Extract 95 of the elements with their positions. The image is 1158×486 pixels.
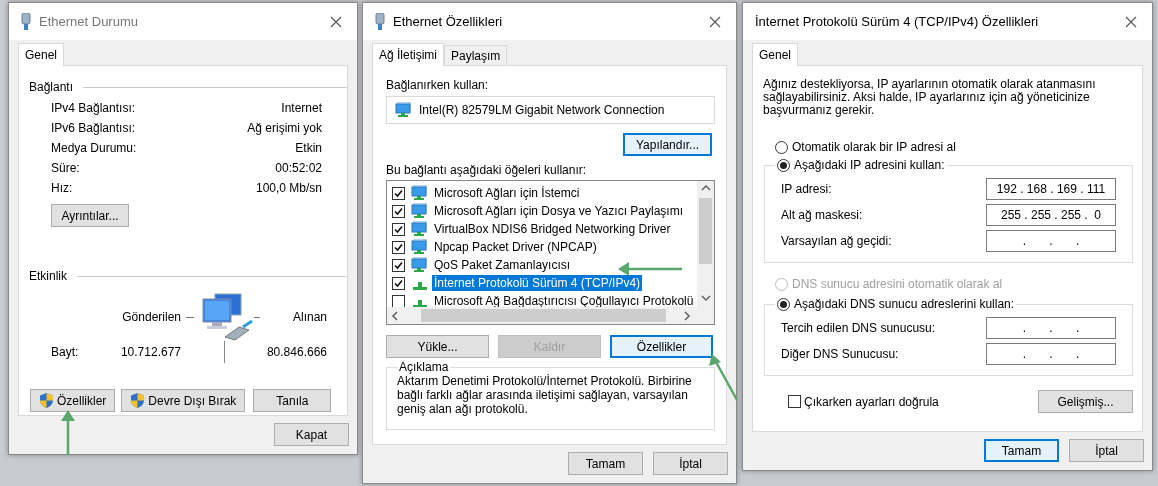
arrow-annotation bbox=[618, 262, 682, 276]
description-text: Aktarım Denetimi Protokolü/İnternet Protokolü. Birbirine bağlı farklı ağlar arasında iletişimi sağlayan, varsayılan geniş alan ağı protokolü. bbox=[397, 374, 693, 416]
adapter-name: Intel(R) 82579LM Gigabit Network Connection bbox=[419, 103, 665, 117]
sent-label: Gönderilen bbox=[121, 310, 181, 324]
group-heading: Açıklama bbox=[398, 360, 450, 374]
tab[interactable]: Paylaşım bbox=[444, 45, 508, 65]
action-button[interactable]: Devre Dışı Bırak bbox=[121, 389, 246, 412]
scroll-left-icon[interactable] bbox=[391, 310, 401, 321]
received-bytes: 80.846.666 bbox=[265, 345, 327, 359]
radio-button[interactable]: Aşağıdaki IP adresini kullan: bbox=[777, 158, 945, 172]
radio-button[interactable]: Otomatik olarak bir IP adresi al bbox=[775, 140, 1133, 154]
ethernet-plug-icon bbox=[375, 12, 385, 31]
arrow-annotation bbox=[709, 354, 739, 401]
network-adapter-icon bbox=[411, 257, 429, 273]
shield-icon bbox=[39, 392, 54, 409]
arrow-annotation bbox=[61, 410, 75, 455]
field-label: Medya Durumu: bbox=[51, 140, 138, 157]
ip-address-field[interactable]: . . . bbox=[986, 317, 1116, 339]
field-value: 00:52:02 bbox=[274, 160, 322, 177]
scroll-right-icon[interactable] bbox=[683, 310, 693, 321]
list-item[interactable]: QoS Paket Zamanlayıcısı bbox=[432, 257, 573, 273]
field-label: Bu bağlantı aşağıdaki öğeleri kullanır: bbox=[386, 163, 588, 177]
field-label: IP adresi: bbox=[781, 182, 832, 196]
tab[interactable]: Ağ İletişimi bbox=[372, 43, 444, 66]
list-item[interactable]: Npcap Packet Driver (NPCAP) bbox=[432, 239, 599, 255]
close-icon bbox=[330, 15, 342, 28]
section-heading: Bağlantı bbox=[29, 80, 74, 94]
window-title: İnternet Protokolü Sürüm 4 (TCP/IPv4) Özellikleri bbox=[755, 14, 1040, 29]
field-label: Tercih edilen DNS sunucusu: bbox=[781, 321, 936, 335]
network-adapter-icon bbox=[411, 239, 429, 255]
dialog-button[interactable]: İptal bbox=[1069, 439, 1144, 462]
close-icon bbox=[1125, 15, 1137, 28]
details-button[interactable]: Ayrıntılar... bbox=[51, 204, 129, 227]
field-value: Internet bbox=[280, 100, 322, 117]
ip-address-field[interactable]: . . . bbox=[986, 230, 1116, 252]
field-value: Etkin bbox=[294, 140, 322, 157]
field-label: IPv4 Bağlantısı: bbox=[51, 100, 137, 117]
bytes-label: Bayt: bbox=[51, 345, 80, 359]
checkbox-option[interactable]: Çıkarken ayarları doğrula bbox=[788, 394, 939, 409]
network-protocol-icon bbox=[413, 300, 427, 307]
action-button[interactable]: Özellikler bbox=[30, 389, 116, 412]
horizontal-scrollbar[interactable] bbox=[387, 307, 697, 324]
action-button[interactable]: Özellikler bbox=[610, 335, 713, 358]
field-label: Diğer DNS Sunucusu: bbox=[781, 347, 899, 361]
field-value: Ağ erişimi yok bbox=[247, 120, 322, 137]
checkbox[interactable] bbox=[392, 276, 405, 290]
vertical-scrollbar[interactable] bbox=[697, 181, 714, 307]
network-adapter-icon bbox=[411, 221, 429, 237]
dialog-button[interactable]: Tamam bbox=[568, 452, 643, 475]
network-computers-icon bbox=[199, 293, 255, 341]
tab[interactable]: Genel bbox=[752, 43, 799, 66]
intro-text: Ağınız destekliyorsa, IP ayarlarının otomatik olarak atanmasını sağlayabilirsiniz. Aksi halde, IP ayarlarınız için ağ yöneticinize başvurmanız gerekir. bbox=[763, 78, 1097, 117]
field-label: Süre: bbox=[51, 160, 81, 177]
checkbox[interactable] bbox=[392, 294, 405, 307]
field-label: Hız: bbox=[51, 180, 74, 197]
network-adapter-icon bbox=[411, 185, 429, 201]
network-adapter-icon bbox=[395, 102, 413, 118]
checkbox[interactable] bbox=[392, 204, 405, 218]
field-label: IPv6 Bağlantısı: bbox=[51, 120, 137, 137]
advanced-button[interactable]: Gelişmiş... bbox=[1038, 390, 1133, 413]
window-title: Ethernet Özellikleri bbox=[393, 14, 504, 29]
field-label: Bağlanırken kullan: bbox=[386, 78, 490, 92]
ip-address-field[interactable]: . . . bbox=[986, 343, 1116, 365]
shield-icon bbox=[130, 392, 146, 409]
checkbox[interactable] bbox=[392, 240, 405, 254]
checkbox[interactable] bbox=[392, 222, 405, 236]
list-item[interactable]: Microsoft Ağ Bağdaştırıcısı Çoğullayıcı Protokolü bbox=[432, 293, 696, 307]
configure-button[interactable]: Yapılandır... bbox=[623, 133, 712, 156]
sent-bytes: 10.712.677 bbox=[119, 345, 181, 359]
checkbox[interactable] bbox=[392, 186, 405, 200]
scroll-down-icon[interactable] bbox=[700, 294, 711, 304]
list-item[interactable]: İnternet Protokolü Sürüm 4 (TCP/IPv4) bbox=[432, 275, 643, 291]
ethernet-plug-icon bbox=[21, 12, 31, 31]
ip-address-field[interactable]: 192 . 168 . 169 . 111 bbox=[986, 178, 1116, 200]
received-label: Alınan bbox=[291, 310, 327, 324]
field-value: 100,0 Mb/sn bbox=[254, 180, 322, 197]
close-icon bbox=[709, 15, 721, 28]
tab[interactable]: Genel bbox=[18, 43, 65, 66]
window-title: Ethernet Durumu bbox=[39, 14, 139, 29]
action-button[interactable]: Tanıla bbox=[253, 389, 332, 412]
list-item[interactable]: Microsoft Ağları için İstemci bbox=[432, 185, 582, 201]
list-item[interactable]: Microsoft Ağları için Dosya ve Yazıcı Paylaşımı bbox=[432, 203, 685, 219]
ip-address-field[interactable]: 255 . 255 . 255 . 0 bbox=[986, 204, 1116, 226]
checkbox[interactable] bbox=[392, 258, 405, 272]
section-heading: Etkinlik bbox=[29, 269, 67, 283]
network-adapter-icon bbox=[411, 203, 429, 219]
network-protocol-icon bbox=[413, 282, 427, 290]
list-item[interactable]: VirtualBox NDIS6 Bridged Networking Driver bbox=[432, 221, 673, 237]
action-button[interactable]: Yükle... bbox=[386, 335, 489, 358]
field-label: Alt ağ maskesi: bbox=[781, 208, 863, 222]
dialog-button[interactable]: Tamam bbox=[984, 439, 1059, 462]
radio-button[interactable]: Aşağıdaki DNS sunucu adreslerini kullan: bbox=[777, 297, 1015, 311]
field-label: Varsayılan ağ geçidi: bbox=[781, 234, 892, 248]
close-dialog-button[interactable]: Kapat bbox=[274, 423, 349, 446]
dialog-button[interactable]: İptal bbox=[653, 452, 728, 475]
